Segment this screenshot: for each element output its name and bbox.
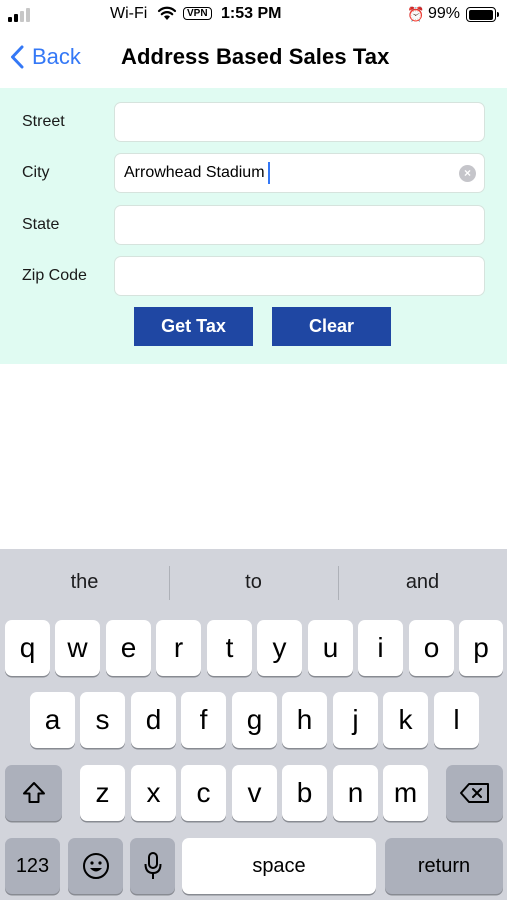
suggestion-item[interactable]: and xyxy=(338,571,507,594)
street-input[interactable] xyxy=(114,102,485,142)
clear-text-icon[interactable]: × xyxy=(459,165,476,182)
key-m[interactable]: m xyxy=(383,765,428,821)
key-t[interactable]: t xyxy=(207,620,252,676)
state-row: State xyxy=(0,205,507,245)
key-d[interactable]: d xyxy=(131,692,176,748)
screen: Wi-Fi VPN 1:53 PM ⏰ 99% Back Address Bas… xyxy=(0,0,507,900)
street-row: Street xyxy=(0,102,507,142)
shift-icon xyxy=(22,782,45,803)
key-a[interactable]: a xyxy=(30,692,75,748)
suggestion-item[interactable]: to xyxy=(169,571,338,594)
emoji-key[interactable] xyxy=(68,838,123,894)
back-button[interactable]: Back xyxy=(10,42,81,72)
cellular-signal-icon xyxy=(8,6,34,22)
back-label: Back xyxy=(32,44,81,69)
zip-input[interactable] xyxy=(114,256,485,296)
city-row: City Arrowhead Stadium × xyxy=(0,153,507,193)
key-s[interactable]: s xyxy=(80,692,125,748)
key-i[interactable]: i xyxy=(358,620,403,676)
keyboard: the to and q w e r t y u i o p a s d f g… xyxy=(0,549,507,900)
get-tax-button[interactable]: Get Tax xyxy=(134,307,253,346)
key-p[interactable]: p xyxy=(459,620,503,676)
wifi-icon xyxy=(157,6,177,20)
battery-fill xyxy=(468,9,494,20)
key-w[interactable]: w xyxy=(55,620,100,676)
key-u[interactable]: u xyxy=(308,620,353,676)
status-time: 1:53 PM xyxy=(221,5,282,22)
zip-row: Zip Code xyxy=(0,256,507,296)
alarm-icon: ⏰ xyxy=(407,6,425,22)
space-key[interactable]: space xyxy=(182,838,376,894)
key-f[interactable]: f xyxy=(181,692,226,748)
text-cursor xyxy=(267,162,270,184)
suggestion-item[interactable]: the xyxy=(0,571,169,594)
address-form: Street City Arrowhead Stadium × State Zi… xyxy=(0,88,507,364)
state-label: State xyxy=(22,216,60,233)
clear-button[interactable]: Clear xyxy=(272,307,391,346)
key-k[interactable]: k xyxy=(383,692,428,748)
return-key[interactable]: return xyxy=(385,838,503,894)
carrier-label: Wi-Fi xyxy=(110,5,148,22)
battery-percentage: 99% xyxy=(428,5,461,22)
battery-icon xyxy=(466,7,499,22)
street-label: Street xyxy=(22,113,65,130)
key-n[interactable]: n xyxy=(333,765,378,821)
delete-backspace-icon xyxy=(459,783,489,803)
key-r[interactable]: r xyxy=(156,620,201,676)
key-h[interactable]: h xyxy=(282,692,327,748)
emoji-icon xyxy=(82,853,109,879)
status-bar: Wi-Fi VPN 1:53 PM ⏰ 99% xyxy=(0,0,507,30)
vpn-badge: VPN xyxy=(183,7,212,20)
suggestion-bar: the to and xyxy=(0,549,507,615)
delete-key[interactable] xyxy=(446,765,503,821)
key-v[interactable]: v xyxy=(232,765,277,821)
chevron-left-icon xyxy=(11,45,24,69)
city-label: City xyxy=(22,164,50,181)
dictation-key[interactable] xyxy=(130,838,175,894)
key-q[interactable]: q xyxy=(5,620,50,676)
city-input[interactable]: Arrowhead Stadium × xyxy=(114,153,485,193)
city-value: Arrowhead Stadium xyxy=(124,164,265,181)
key-z[interactable]: z xyxy=(80,765,125,821)
key-b[interactable]: b xyxy=(282,765,327,821)
microphone-icon xyxy=(144,852,161,879)
key-y[interactable]: y xyxy=(257,620,302,676)
key-o[interactable]: o xyxy=(409,620,454,676)
key-c[interactable]: c xyxy=(181,765,226,821)
navigation-bar: Back Address Based Sales Tax xyxy=(0,30,507,86)
shift-key[interactable] xyxy=(5,765,62,821)
page-title: Address Based Sales Tax xyxy=(121,44,390,69)
state-input[interactable] xyxy=(114,205,485,245)
key-j[interactable]: j xyxy=(333,692,378,748)
key-x[interactable]: x xyxy=(131,765,176,821)
key-g[interactable]: g xyxy=(232,692,277,748)
zip-label: Zip Code xyxy=(22,267,87,284)
numbers-key[interactable]: 123 xyxy=(5,838,60,894)
key-e[interactable]: e xyxy=(106,620,151,676)
key-l[interactable]: l xyxy=(434,692,479,748)
